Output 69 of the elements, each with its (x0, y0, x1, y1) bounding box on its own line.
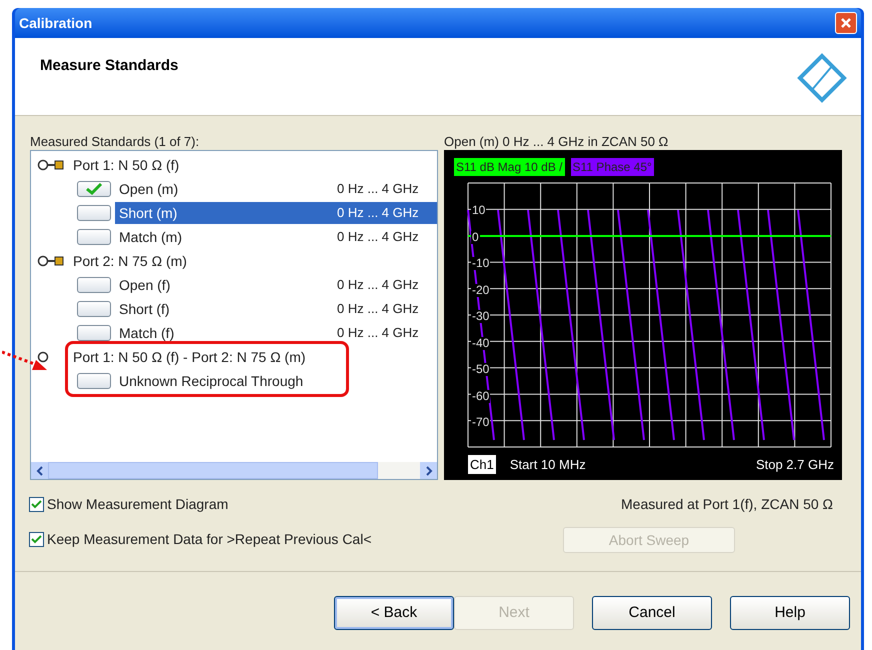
axis-tick-label: -10 (471, 257, 490, 270)
standard-row[interactable]: Unknown Reciprocal Through (115, 370, 437, 392)
standard-row[interactable]: Match (m) 0 Hz ... 4 GHz (115, 226, 437, 248)
standard-checkbox[interactable] (77, 229, 111, 245)
window-title: Calibration (19, 14, 92, 32)
standard-name: Open (f) (119, 276, 172, 295)
axis-tick-label: 0 (471, 230, 480, 244)
option-checkbox[interactable] (29, 532, 44, 546)
standard-checkbox[interactable] (77, 325, 111, 341)
standard-checkbox[interactable] (77, 373, 111, 389)
option-label: Show Measurement Diagram (47, 494, 228, 514)
dialog-button[interactable]: Cancel (592, 596, 712, 630)
page-heading: Measure Standards (40, 56, 178, 76)
scroll-right-icon (424, 466, 432, 476)
standard-checkbox[interactable] (77, 205, 111, 221)
check-icon (31, 534, 42, 544)
frequency-range: 0 Hz ... 4 GHz (337, 228, 419, 246)
frequency-range: 0 Hz ... 4 GHz (337, 324, 419, 342)
standard-name: Match (f) (119, 324, 176, 343)
close-button[interactable] (835, 12, 857, 34)
option-label: Keep Measurement Data for >Repeat Previous Cal< (47, 530, 372, 549)
diamond-logo (797, 53, 847, 103)
axis-tick-label: 10 (471, 204, 486, 217)
dialog-button[interactable]: < Back (334, 596, 454, 630)
port-label[interactable]: Port 1: N 50 Ω (f) (73, 154, 180, 176)
measured-at-text: Measured at Port 1(f), ZCAN 50 Ω (621, 495, 833, 514)
trace-label: S11 dB Mag 10 dB / (454, 158, 565, 176)
check-icon (85, 183, 103, 195)
start-frequency: Start 10 MHz (510, 456, 586, 474)
standard-name: Short (f) (119, 300, 171, 319)
axis-tick-label: -20 (471, 284, 490, 296)
standard-name: Unknown Reciprocal Through (119, 372, 304, 391)
frequency-range: 0 Hz ... 4 GHz (337, 204, 419, 222)
connector-icon (37, 159, 65, 171)
frequency-range: 0 Hz ... 4 GHz (337, 276, 419, 294)
stop-frequency: Stop 2.7 GHz (756, 456, 834, 474)
frequency-range: 0 Hz ... 4 GHz (337, 300, 419, 318)
close-icon (840, 17, 852, 29)
port-label[interactable]: Port 2: N 75 Ω (m) (73, 250, 187, 272)
option-checkbox[interactable] (29, 496, 44, 512)
list-label: Measured Standards (1 of 7): (30, 133, 200, 150)
standard-checkbox[interactable] (77, 277, 111, 293)
standard-row[interactable]: Short (m) 0 Hz ... 4 GHz (115, 202, 437, 224)
axis-tick-label: -30 (471, 310, 490, 323)
axis-tick-label: -60 (471, 390, 490, 402)
axis-tick-label: -70 (471, 416, 490, 429)
check-icon (31, 500, 42, 508)
circle-icon (37, 351, 49, 363)
standard-checkbox[interactable] (77, 301, 111, 317)
standard-checkbox[interactable] (77, 181, 111, 197)
dialog-button[interactable]: Help (730, 596, 850, 630)
frequency-range: 0 Hz ... 4 GHz (337, 180, 419, 198)
connector-icon (37, 255, 65, 267)
port-label[interactable]: Port 1: N 50 Ω (f) - Port 2: N 75 Ω (m) (73, 346, 306, 368)
standard-row[interactable]: Match (f) 0 Hz ... 4 GHz (115, 322, 437, 344)
standard-row[interactable]: Open (m) 0 Hz ... 4 GHz (115, 178, 437, 200)
standard-name: Open (m) (119, 180, 180, 199)
standard-row[interactable]: Short (f) 0 Hz ... 4 GHz (115, 298, 437, 320)
axis-tick-label: -40 (471, 336, 490, 350)
axis-tick-label: -50 (471, 363, 490, 376)
trace-label: S11 Phase 45° (570, 158, 654, 176)
scroll-left-icon (36, 466, 44, 476)
horizontal-scrollbar[interactable] (31, 462, 437, 479)
diagram-title: Open (m) 0 Hz ... 4 GHz in ZCAN 50 Ω (444, 133, 670, 150)
standard-name: Match (m) (119, 228, 183, 247)
scroll-thumb[interactable] (48, 462, 378, 479)
standard-row[interactable]: Open (f) 0 Hz ... 4 GHz (115, 274, 437, 296)
channel-label: Ch1 (468, 454, 496, 474)
standard-name: Short (m) (119, 204, 178, 223)
